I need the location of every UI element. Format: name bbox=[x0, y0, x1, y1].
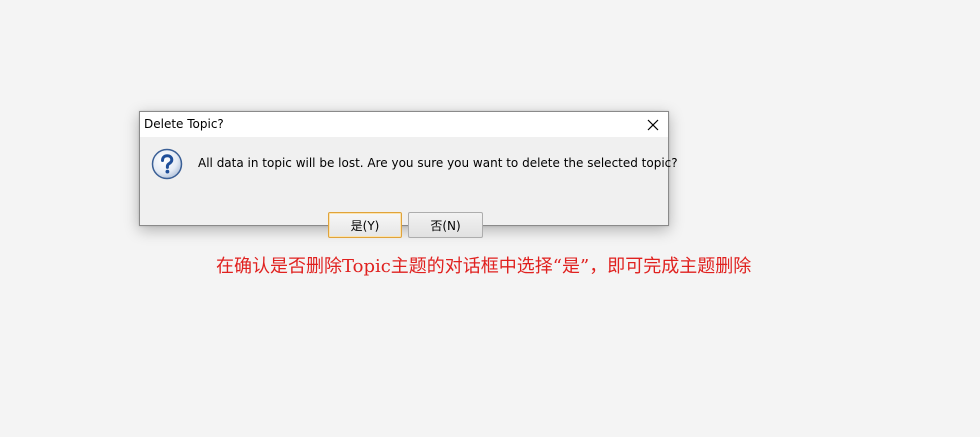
dialog-body: All data in topic will be lost. Are you … bbox=[140, 137, 678, 238]
dialog-message: All data in topic will be lost. Are you … bbox=[198, 156, 678, 170]
desktop-background: Delete Topic? All data in topic will be … bbox=[0, 0, 980, 437]
yes-button[interactable]: 是(Y) bbox=[328, 212, 402, 238]
dialog-title: Delete Topic? bbox=[144, 117, 224, 131]
close-icon bbox=[647, 119, 659, 130]
dialog-titlebar: Delete Topic? bbox=[140, 112, 668, 137]
annotation-text: 在确认是否删除Topic主题的对话框中选择“是”，即可完成主题删除 bbox=[216, 256, 752, 277]
no-button[interactable]: 否(N) bbox=[408, 212, 483, 238]
question-icon bbox=[151, 148, 183, 180]
close-button[interactable] bbox=[638, 112, 668, 137]
delete-topic-dialog: Delete Topic? All data in topic will be … bbox=[139, 111, 678, 238]
